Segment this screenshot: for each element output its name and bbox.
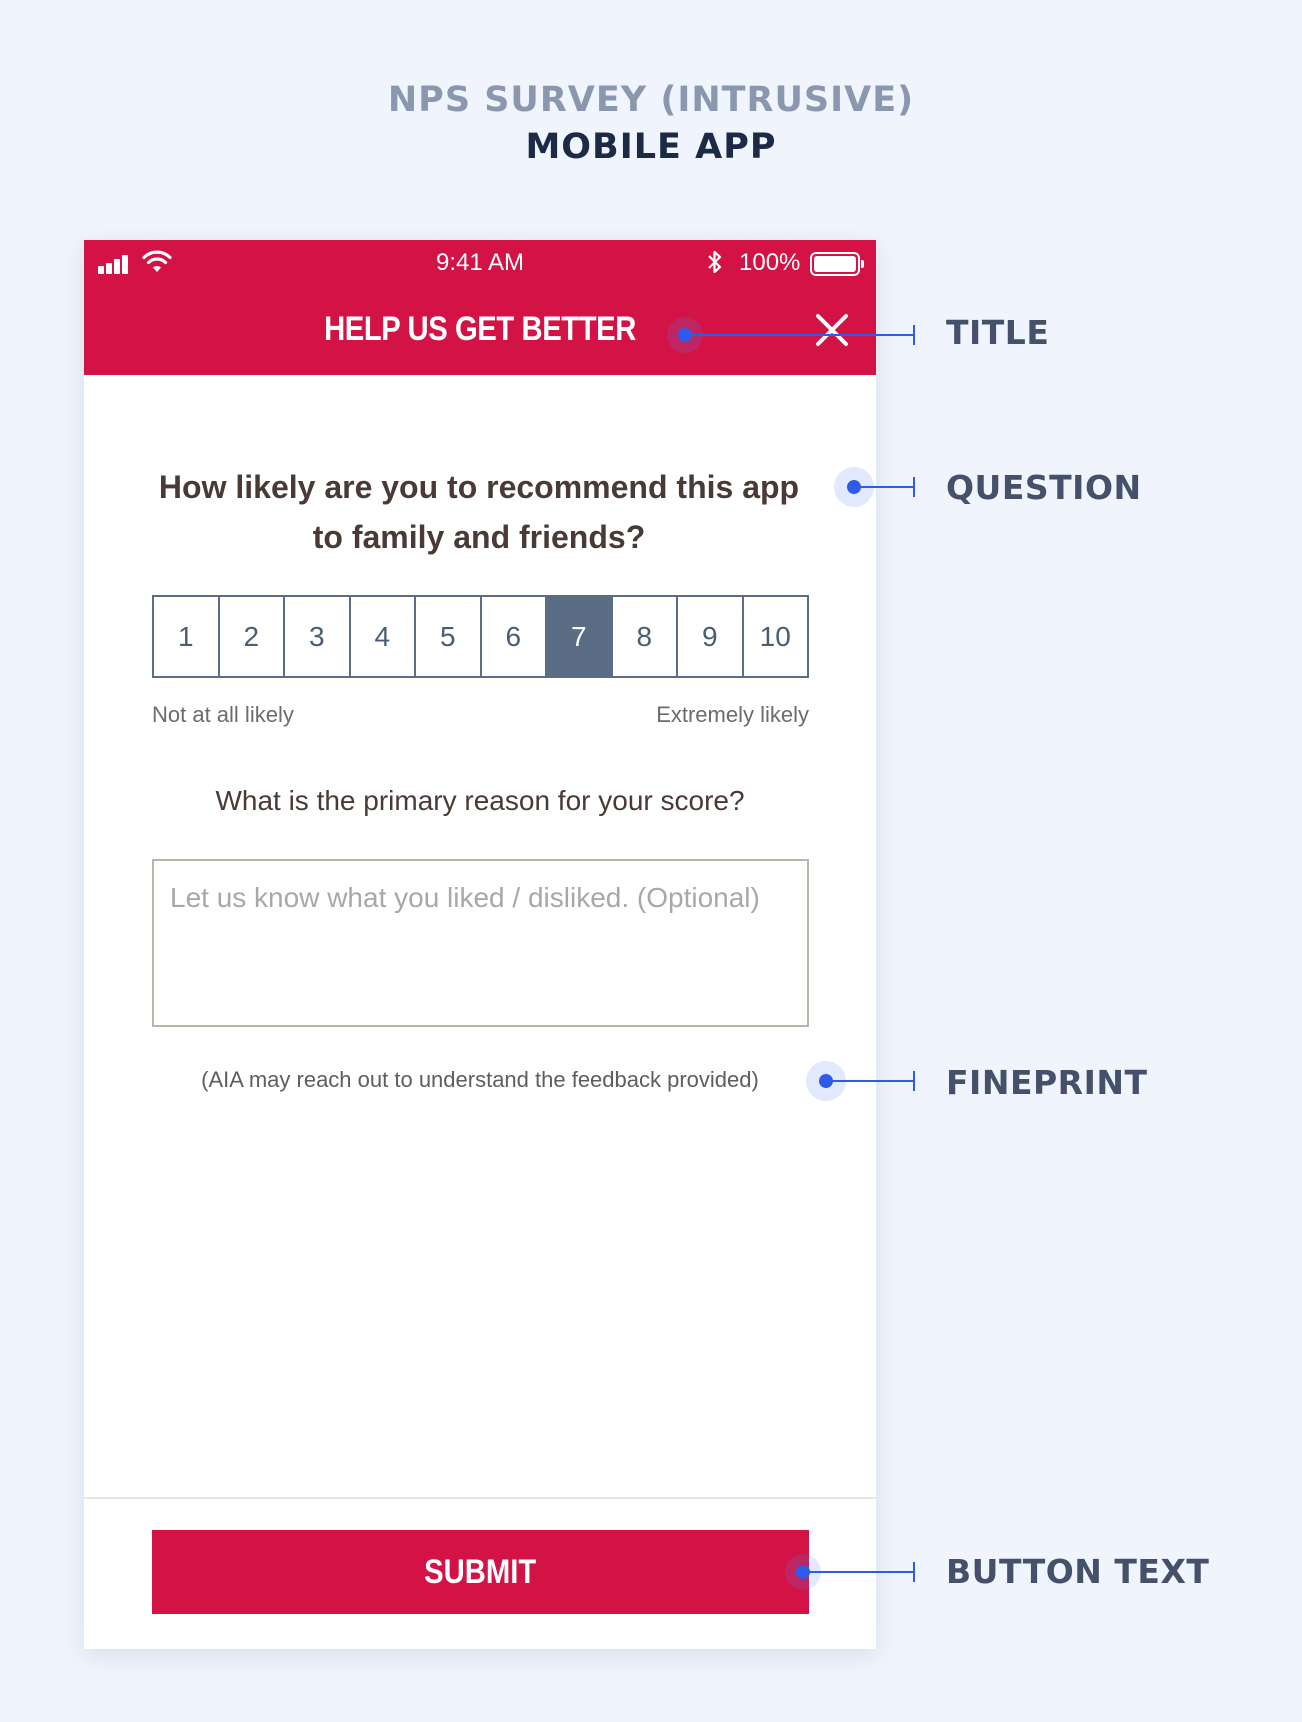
rating-option-4[interactable]: 4	[350, 597, 416, 676]
battery-percent: 100%	[739, 249, 801, 276]
feedback-textarea[interactable]	[152, 859, 809, 1027]
annotation-title-label: TITLE	[946, 313, 1050, 352]
app-header: 9:41 AM 100% HELP US GET BETTER	[84, 240, 876, 375]
survey-title: HELP US GET BETTER	[324, 310, 636, 348]
rating-option-7[interactable]: 7	[547, 597, 613, 676]
page-subtitle: NPS SURVEY (INTRUSIVE)	[387, 80, 915, 120]
phone-screen: 9:41 AM 100% HELP US GET BETTER How like…	[84, 240, 876, 1649]
scale-low-label: Not at all likely	[152, 702, 294, 727]
rating-option-3[interactable]: 3	[285, 597, 351, 676]
rating-option-1[interactable]: 1	[154, 597, 220, 676]
annotation-fineprint-label: FINEPRINT	[946, 1063, 1148, 1102]
battery-icon	[810, 252, 864, 276]
rating-option-2[interactable]: 2	[219, 597, 285, 676]
submit-button[interactable]: SUBMIT	[152, 1530, 809, 1614]
fineprint: (AIA may reach out to understand the fee…	[201, 1067, 759, 1092]
close-icon	[816, 314, 848, 346]
rating-option-5[interactable]: 5	[416, 597, 482, 676]
reason-question: What is the primary reason for your scor…	[215, 785, 745, 816]
page-header: NPS SURVEY (INTRUSIVE) MOBILE APP	[0, 78, 1302, 172]
status-bar: 9:41 AM 100%	[84, 240, 876, 286]
scale-high-label: Extremely likely	[656, 702, 809, 727]
rating-option-8[interactable]: 8	[612, 597, 678, 676]
rating-option-10[interactable]: 10	[743, 597, 807, 676]
close-button[interactable]	[812, 310, 852, 350]
survey-question: How likely are you to recommend this app…	[158, 469, 800, 555]
annotation-question-label: QUESTION	[946, 468, 1142, 507]
page-title: MOBILE APP	[525, 127, 777, 167]
rating-scale: 1 2 3 4 5 6 7 8 9 10	[152, 595, 809, 678]
annotation-button-text-label: BUTTON TEXT	[946, 1552, 1210, 1591]
rating-option-6[interactable]: 6	[481, 597, 547, 676]
submit-label: SUBMIT	[424, 1552, 537, 1591]
bluetooth-icon	[708, 250, 722, 274]
rating-option-9[interactable]: 9	[678, 597, 744, 676]
footer-divider	[84, 1497, 876, 1499]
